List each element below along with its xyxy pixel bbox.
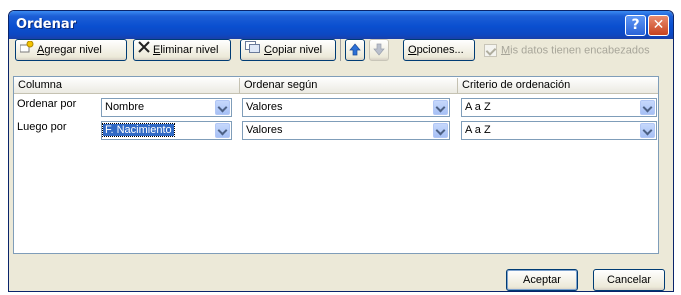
sort-level-row[interactable]: Luego por F. Nacimiento Valores A a Z bbox=[14, 118, 658, 140]
title-bar[interactable]: Ordenar ? ✕ bbox=[9, 11, 673, 39]
chevron-down-icon[interactable] bbox=[640, 100, 655, 115]
delete-icon bbox=[138, 40, 150, 60]
header-divider bbox=[239, 78, 240, 93]
row-label: Ordenar por bbox=[17, 98, 77, 110]
grid-header: Columna Ordenar según Criterio de ordena… bbox=[14, 77, 658, 94]
help-button[interactable]: ? bbox=[625, 15, 646, 36]
arrow-up-icon bbox=[349, 43, 361, 56]
move-up-button[interactable] bbox=[345, 39, 365, 61]
arrow-down-icon bbox=[373, 43, 385, 56]
add-level-button[interactable]: Agregar nivel bbox=[15, 39, 127, 61]
dialog-title: Ordenar bbox=[16, 17, 77, 32]
toolbar-separator bbox=[340, 39, 341, 61]
column-select[interactable]: F. Nacimiento bbox=[101, 121, 232, 140]
close-button[interactable]: ✕ bbox=[648, 15, 669, 36]
sort-level-row[interactable]: Ordenar por Nombre Valores A a Z bbox=[14, 95, 658, 117]
sort-on-select[interactable]: Valores bbox=[242, 98, 450, 117]
chevron-down-icon[interactable] bbox=[433, 123, 448, 138]
column-header-sort-on: Ordenar según bbox=[244, 79, 318, 91]
order-select[interactable]: A a Z bbox=[461, 121, 657, 140]
column-header-column: Columna bbox=[18, 79, 63, 91]
move-down-button[interactable] bbox=[369, 39, 389, 61]
chevron-down-icon[interactable] bbox=[640, 123, 655, 138]
column-header-order: Criterio de ordenación bbox=[462, 79, 571, 91]
sort-levels-grid: Columna Ordenar según Criterio de ordena… bbox=[13, 76, 659, 254]
chevron-down-icon[interactable] bbox=[215, 123, 230, 138]
chevron-down-icon[interactable] bbox=[433, 100, 448, 115]
copy-icon bbox=[245, 40, 261, 60]
header-divider bbox=[457, 78, 458, 93]
delete-level-button[interactable]: Eliminar nivel bbox=[133, 39, 231, 61]
cancel-button[interactable]: Cancelar bbox=[593, 269, 665, 291]
headers-checkbox[interactable]: Mis datos tienen encabezados bbox=[484, 44, 650, 57]
order-select[interactable]: A a Z bbox=[461, 98, 657, 117]
chevron-down-icon[interactable] bbox=[215, 100, 230, 115]
checkbox-check-icon bbox=[484, 44, 497, 57]
help-icon: ? bbox=[631, 17, 640, 33]
add-level-icon bbox=[19, 40, 34, 60]
column-select[interactable]: Nombre bbox=[101, 98, 232, 117]
copy-level-button[interactable]: Copiar nivel bbox=[240, 39, 336, 61]
close-icon: ✕ bbox=[652, 17, 665, 33]
ok-button[interactable]: Aceptar bbox=[506, 269, 578, 291]
options-button[interactable]: Opciones... bbox=[403, 39, 475, 61]
row-label: Luego por bbox=[17, 121, 67, 133]
sort-on-select[interactable]: Valores bbox=[242, 121, 450, 140]
